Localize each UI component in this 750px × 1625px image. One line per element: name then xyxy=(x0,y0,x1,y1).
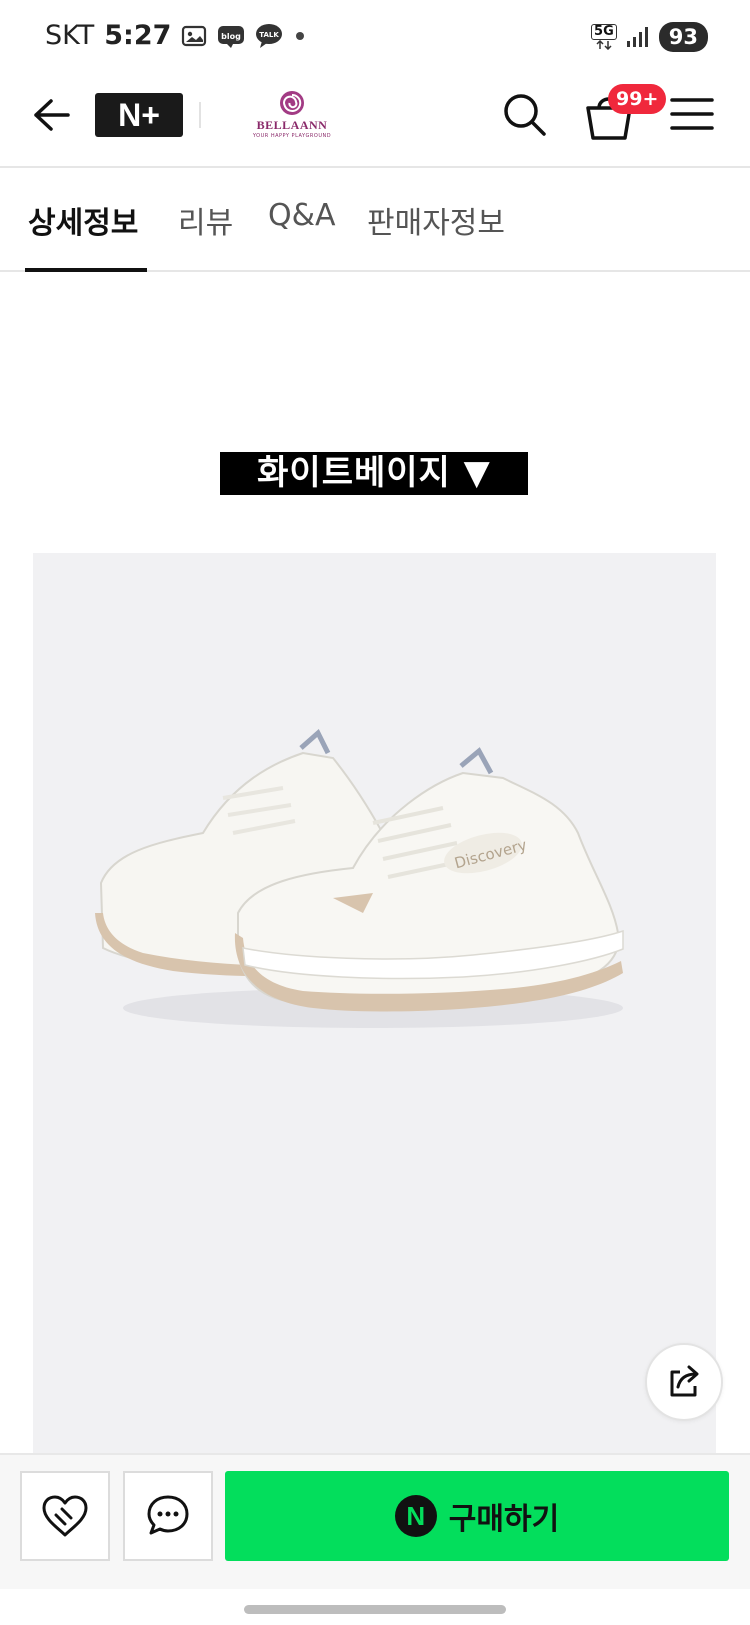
clock: 5:27 xyxy=(104,20,172,51)
network-icon: 5G xyxy=(591,24,617,50)
blog-icon-label: blog xyxy=(222,32,242,41)
blog-icon: blog xyxy=(217,24,245,48)
share-icon xyxy=(670,1365,699,1397)
bottom-action-bar: N 구매하기 xyxy=(0,1453,750,1589)
heart-icon xyxy=(42,1495,88,1537)
hamburger-menu-icon xyxy=(670,98,714,130)
network-label: 5G xyxy=(591,24,617,40)
nplus-logo[interactable]: N+ xyxy=(95,93,183,137)
header-divider xyxy=(199,102,201,128)
dot-icon xyxy=(293,29,307,43)
search-icon xyxy=(504,94,546,136)
buy-button-label: 구매하기 xyxy=(448,1502,560,1537)
carrier-label: SKT xyxy=(45,20,95,51)
cart-count-badge: 99+ xyxy=(608,84,667,114)
home-indicator[interactable] xyxy=(244,1605,506,1614)
screenshot-icon xyxy=(181,24,207,48)
signal-icon xyxy=(625,25,651,49)
nplus-logo-text: N+ xyxy=(118,97,160,133)
brand-swirl-icon xyxy=(280,91,304,115)
color-option-label: 화이트베이지 ▼ xyxy=(220,452,528,495)
product-image: Discovery xyxy=(33,553,716,1453)
back-button[interactable] xyxy=(26,90,76,140)
sneaker-illustration: Discovery xyxy=(95,728,624,1028)
detail-tabs: 상세정보 리뷰 Q&A 판매자정보 xyxy=(0,170,750,272)
screen: SKT 5:27 blog TALK 5G 93 N+ BELLAANN YOU… xyxy=(0,0,750,1625)
tab-qna[interactable]: Q&A xyxy=(268,198,336,272)
tab-seller-info[interactable]: 판매자정보 xyxy=(367,198,505,272)
app-header: N+ BELLAANN YOUR HAPPY PLAYGROUND 99+ xyxy=(0,76,750,168)
status-right: 5G 93 xyxy=(591,22,708,52)
wishlist-button[interactable] xyxy=(20,1471,110,1561)
status-bar: SKT 5:27 blog TALK 5G 93 xyxy=(0,0,750,76)
tab-detail-info[interactable]: 상세정보 xyxy=(28,198,138,272)
chat-bubble-icon xyxy=(147,1495,189,1535)
brand-tagline: YOUR HAPPY PLAYGROUND xyxy=(252,133,332,139)
battery-indicator: 93 xyxy=(658,22,708,52)
search-button[interactable] xyxy=(500,90,550,140)
menu-button[interactable] xyxy=(668,92,716,136)
share-button[interactable] xyxy=(645,1343,723,1421)
status-left: SKT 5:27 blog TALK xyxy=(45,20,307,51)
buy-button[interactable]: N 구매하기 xyxy=(225,1471,729,1561)
back-arrow-icon xyxy=(34,99,70,131)
naver-pay-icon: N xyxy=(394,1495,437,1537)
brand-logo[interactable]: BELLAANN YOUR HAPPY PLAYGROUND xyxy=(252,90,332,146)
talk-icon: TALK xyxy=(255,23,283,49)
talk-button[interactable] xyxy=(123,1471,213,1561)
talk-icon-label: TALK xyxy=(260,31,280,39)
tab-reviews[interactable]: 리뷰 xyxy=(178,198,233,272)
active-tab-indicator xyxy=(25,268,147,272)
brand-name: BELLAANN xyxy=(256,118,328,132)
